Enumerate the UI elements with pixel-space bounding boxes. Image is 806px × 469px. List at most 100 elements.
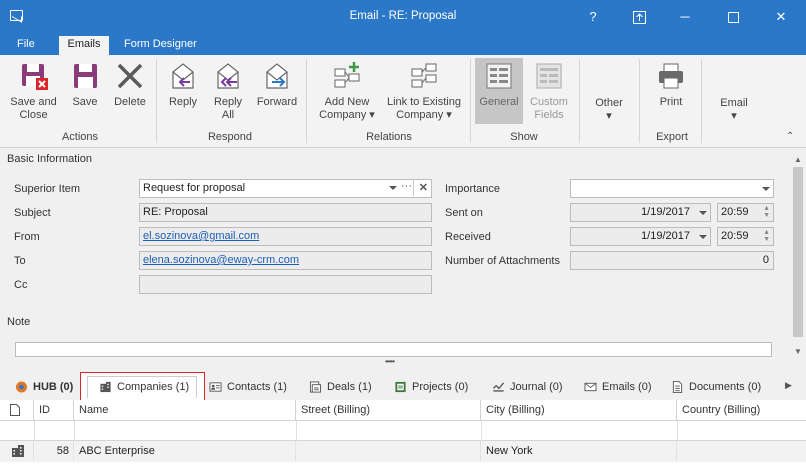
general-view-icon — [483, 60, 515, 92]
grid-header-type[interactable] — [0, 400, 34, 421]
sent-on-time-spinner-icon[interactable]: ▲ ▼ — [763, 205, 770, 219]
tab-deals[interactable]: Deals (1) — [309, 380, 372, 396]
tab-emails-label: Emails (0) — [602, 381, 652, 393]
other-button[interactable]: Other ▾ — [585, 58, 633, 126]
minimize-button[interactable]: ─ — [662, 0, 708, 33]
grid-header-street[interactable]: Street (Billing) — [296, 400, 481, 421]
grid-header-id[interactable]: ID — [34, 400, 74, 421]
sent-on-time-field[interactable]: 20:59 ▲ ▼ — [717, 203, 774, 222]
tab-contacts[interactable]: Contacts (1) — [209, 380, 287, 396]
tab-form-designer[interactable]: Form Designer — [116, 36, 205, 55]
scroll-down-icon[interactable]: ▼ — [794, 347, 802, 356]
importance-dropdown-icon[interactable] — [762, 187, 770, 191]
grid-header-name[interactable]: Name — [74, 400, 296, 421]
received-time-field[interactable]: 20:59 ▲ ▼ — [717, 227, 774, 246]
tab-file[interactable]: File — [9, 36, 43, 55]
reply-button[interactable]: Reply — [162, 58, 204, 126]
from-label: From — [14, 231, 40, 243]
forward-label: Forward — [256, 96, 298, 108]
save-and-close-label: Save and Close — [10, 96, 57, 121]
divider — [34, 421, 35, 441]
tabs-scroll-right-icon[interactable]: ▶ — [785, 380, 792, 391]
delete-button[interactable]: Delete — [108, 58, 152, 126]
ribbon-display-options-button[interactable] — [616, 0, 662, 33]
save-and-close-button[interactable]: Save and Close — [6, 58, 61, 126]
help-button[interactable]: ? — [570, 0, 616, 33]
more-options-icon[interactable]: ··· — [401, 178, 412, 195]
custom-fields-label: Custom Fields — [530, 96, 568, 121]
ribbon-options-icon — [632, 11, 646, 25]
save-close-icon — [18, 60, 50, 92]
superior-item-field[interactable]: Request for proposal ··· ✕ — [139, 179, 432, 198]
row-type-cell — [0, 441, 34, 461]
to-field[interactable]: elena.sozinova@eway-crm.com — [139, 251, 432, 270]
maximize-button[interactable] — [710, 0, 756, 33]
general-view-button[interactable]: General — [475, 58, 523, 124]
clear-icon[interactable]: ✕ — [419, 180, 428, 197]
subject-label: Subject — [14, 207, 51, 219]
table-row[interactable]: 58 ABC Enterprise New York — [0, 441, 806, 462]
reply-all-button[interactable]: Reply All — [206, 58, 250, 126]
form-content: Basic Information Superior Item Request … — [0, 149, 790, 371]
add-new-company-button[interactable]: Add New Company ▾ — [313, 58, 381, 126]
tab-projects[interactable]: Projects (0) — [394, 380, 468, 396]
cc-field[interactable] — [139, 275, 432, 294]
email-label: Email ▾ — [720, 97, 748, 122]
ribbon-tab-bar: File Emails Form Designer — [0, 33, 806, 55]
group-respond-label: Respond — [207, 131, 253, 143]
sent-on-date-dropdown-icon[interactable] — [699, 211, 707, 215]
tab-emails[interactable]: Emails (0) — [584, 380, 652, 396]
custom-fields-button[interactable]: Custom Fields — [525, 58, 573, 126]
sent-on-date-field[interactable]: 1/19/2017 — [570, 203, 711, 222]
scrollbar-thumb[interactable] — [793, 167, 803, 337]
print-button[interactable]: Print — [647, 58, 695, 126]
divider — [677, 421, 678, 441]
divider — [413, 179, 414, 196]
link-to-existing-company-label: Link to Existing Company ▾ — [387, 96, 461, 121]
close-window-button[interactable]: ✕ — [758, 0, 804, 33]
section-basic-information: Basic Information — [7, 153, 92, 165]
tab-documents-label: Documents (0) — [689, 381, 762, 393]
to-email-link[interactable]: elena.sozinova@eway-crm.com — [143, 254, 299, 266]
tab-journal-label: Journal (0) — [510, 381, 563, 393]
grid-header-country[interactable]: Country (Billing) — [677, 400, 806, 421]
save-icon — [69, 60, 101, 92]
received-date-dropdown-icon[interactable] — [699, 235, 707, 239]
from-field[interactable]: el.sozinova@gmail.com — [139, 227, 432, 246]
superior-item-dropdown-icon[interactable] — [389, 186, 397, 190]
tab-deals-label: Deals (1) — [327, 381, 372, 393]
grid-filter-row[interactable] — [0, 421, 806, 441]
save-button[interactable]: Save — [64, 58, 106, 126]
sent-on-label: Sent on — [445, 207, 483, 219]
link-to-existing-company-button[interactable]: Link to Existing Company ▾ — [384, 58, 464, 126]
note-field[interactable] — [15, 342, 772, 357]
importance-select[interactable] — [570, 179, 774, 198]
tab-emails[interactable]: Emails — [59, 36, 109, 55]
received-time-spinner-icon[interactable]: ▲ ▼ — [763, 229, 770, 243]
contact-card-icon — [209, 382, 222, 392]
collapse-ribbon-icon[interactable]: ⌃ — [786, 131, 794, 142]
scroll-up-icon[interactable]: ▲ — [794, 155, 802, 164]
tab-hub[interactable]: HUB (0) — [15, 380, 73, 396]
from-email-link[interactable]: el.sozinova@gmail.com — [143, 230, 259, 242]
tab-companies-label: Companies (1) — [117, 381, 190, 393]
tab-journal[interactable]: Journal (0) — [492, 380, 563, 396]
forward-icon — [261, 60, 293, 92]
tab-contacts-label: Contacts (1) — [227, 381, 287, 393]
received-label: Received — [445, 231, 491, 243]
subject-field[interactable]: RE: Proposal — [139, 203, 432, 222]
received-date-field[interactable]: 1/19/2017 — [570, 227, 711, 246]
importance-label: Importance — [445, 183, 501, 195]
form-scrollbar[interactable]: ▲ ▼ — [790, 149, 806, 371]
note-label: Note — [7, 316, 31, 328]
grid-header-city[interactable]: City (Billing) — [481, 400, 677, 421]
email-button[interactable]: Email ▾ — [710, 58, 758, 126]
forward-button[interactable]: Forward — [253, 58, 301, 126]
splitter-handle[interactable]: ••••• — [385, 357, 395, 366]
tab-documents[interactable]: Documents (0) — [671, 380, 761, 396]
attachments-label: Number of Attachments — [445, 255, 560, 267]
divider — [74, 421, 75, 441]
journal-icon — [492, 382, 505, 392]
tab-companies[interactable]: Companies (1) — [99, 380, 189, 396]
attachments-count-field[interactable]: 0 — [570, 251, 774, 270]
